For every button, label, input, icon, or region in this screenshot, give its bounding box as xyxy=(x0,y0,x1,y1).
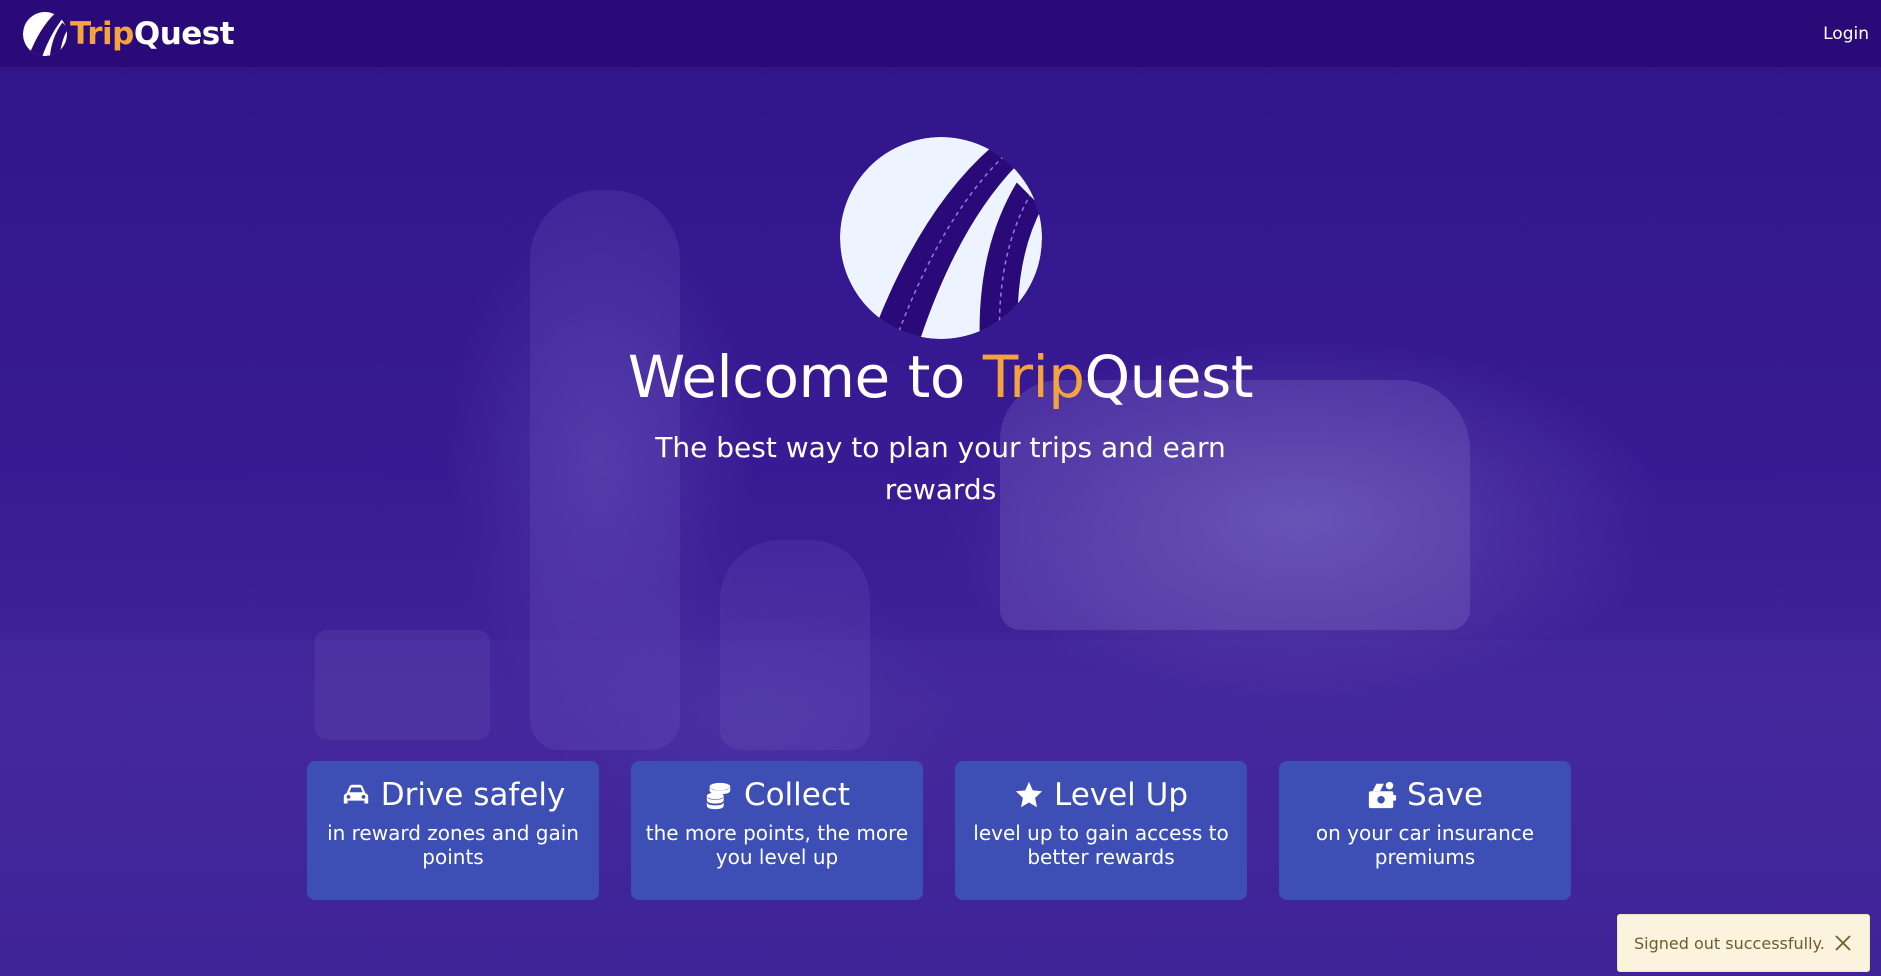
coins-icon xyxy=(704,780,734,810)
toast-message: Signed out successfully. xyxy=(1634,933,1825,953)
star-icon xyxy=(1014,780,1044,810)
login-link[interactable]: Login xyxy=(1823,24,1869,44)
seated-person-silhouette xyxy=(720,540,870,750)
signed-out-toast: Signed out successfully. xyxy=(1617,914,1870,972)
card-title: Drive safely xyxy=(380,777,566,813)
card-title: Collect xyxy=(743,777,851,813)
feature-card-collect: Collect the more points, the more you le… xyxy=(631,761,923,900)
brand-name-trip: Trip xyxy=(70,15,134,52)
top-navigation-bar: TripQuest Login xyxy=(0,0,1881,67)
hero-subtitle: The best way to plan your trips and earn… xyxy=(655,431,1226,506)
card-description: level up to gain access to better reward… xyxy=(973,821,1229,869)
hero-title-suffix: Quest xyxy=(1084,343,1254,411)
feature-cards: Drive safely in reward zones and gain po… xyxy=(307,761,1571,900)
basket-silhouette xyxy=(315,630,490,740)
close-icon[interactable] xyxy=(1833,933,1853,953)
card-description: in reward zones and gain points xyxy=(327,821,579,869)
hero-section: Welcome to TripQuest The best way to pla… xyxy=(0,67,1881,511)
piggy-bank-icon xyxy=(1367,780,1397,810)
brand-home-link[interactable]: TripQuest xyxy=(22,11,235,57)
card-title: Save xyxy=(1406,777,1484,813)
card-description: the more points, the more you level up xyxy=(645,821,909,869)
brand-name-quest: Quest xyxy=(133,15,235,52)
hero-title-prefix: Welcome to xyxy=(627,343,983,411)
tripquest-road-logo-icon xyxy=(22,11,68,57)
card-title: Level Up xyxy=(1053,777,1189,813)
tripquest-road-logo-icon xyxy=(839,137,1042,339)
hero-title: Welcome to TripQuest xyxy=(0,343,1881,411)
hero-title-accent: Trip xyxy=(982,343,1085,411)
feature-card-save: Save on your car insurance premiums xyxy=(1279,761,1571,900)
feature-card-level-up: Level Up level up to gain access to bett… xyxy=(955,761,1247,900)
card-description: on your car insurance premiums xyxy=(1315,821,1535,869)
car-icon xyxy=(341,780,371,810)
feature-card-drive-safely: Drive safely in reward zones and gain po… xyxy=(307,761,599,900)
